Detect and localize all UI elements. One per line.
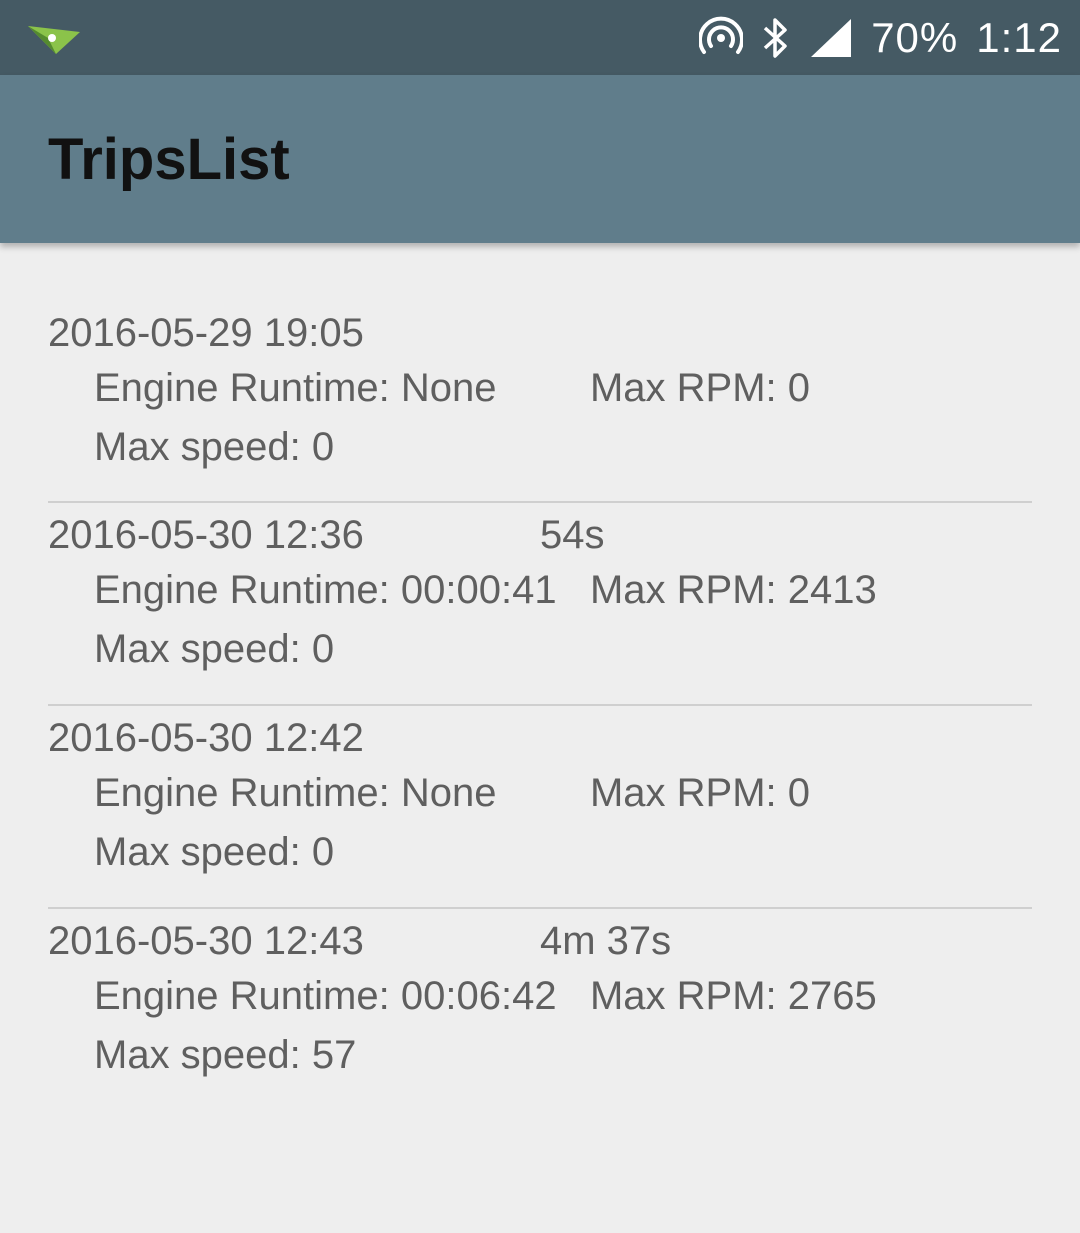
engine-runtime-value: None [400,771,497,815]
trip-duration: 54s [540,513,605,557]
max-speed-value: 57 [311,1033,357,1077]
trip-date: 2016-05-30 12:36 [48,513,364,557]
max-speed-value: 0 [311,627,335,671]
max-rpm-value: 0 [787,771,811,815]
max-speed-value: 0 [311,830,335,874]
list-item[interactable]: 2016-05-30 12:42 Engine Runtime: None Ma… [48,706,1032,909]
app-bar: TripsList [0,75,1080,243]
max-speed-label: Max speed: [94,627,301,671]
list-item[interactable]: 2016-05-29 19:05 Engine Runtime: None Ma… [48,301,1032,503]
max-rpm-value: 2413 [787,568,877,612]
page-title: TripsList [48,127,290,192]
max-rpm-value: 2765 [787,974,877,1018]
engine-runtime-label: Engine Runtime: [94,568,390,612]
max-rpm-label: Max RPM: [589,568,777,612]
max-rpm-label: Max RPM: [589,771,777,815]
trip-date: 2016-05-29 19:05 [48,311,364,355]
hotspot-icon [699,16,744,60]
cell-signal-icon [809,17,853,59]
list-item[interactable]: 2016-05-30 12:43 4m 37s Engine Runtime: … [48,909,1032,1112]
trip-date: 2016-05-30 12:43 [48,919,364,963]
trip-duration: 4m 37s [540,919,672,963]
trip-speed-line: Max speed: 57 [94,1031,356,1079]
engine-runtime-label: Engine Runtime: [94,974,390,1018]
status-bar: 70% 1:12 [0,0,1080,75]
trip-date: 2016-05-30 12:42 [48,716,364,760]
trip-engine-line: Engine Runtime: 00:00:41 Max RPM: 2413 [94,566,877,614]
max-speed-label: Max speed: [94,425,301,469]
status-icons: 70% 1:12 [681,0,1062,75]
trip-engine-line: Engine Runtime: None Max RPM: 0 [94,769,810,817]
engine-runtime-label: Engine Runtime: [94,366,390,410]
engine-runtime-value: None [400,366,497,410]
max-rpm-value: 0 [787,366,811,410]
list-item[interactable]: 2016-05-30 12:36 54s Engine Runtime: 00:… [48,503,1032,706]
max-rpm-label: Max RPM: [589,366,777,410]
clock: 1:12 [976,14,1062,61]
max-speed-label: Max speed: [94,830,301,874]
max-speed-label: Max speed: [94,1033,301,1077]
trip-speed-line: Max speed: 0 [94,625,334,673]
max-rpm-label: Max RPM: [589,974,777,1018]
engine-runtime-value: 00:00:41 [400,568,557,612]
battery-percent: 70% [871,14,959,61]
engine-runtime-value: 00:06:42 [400,974,557,1018]
trips-list: 2016-05-29 19:05 Engine Runtime: None Ma… [48,301,1032,1112]
trip-engine-line: Engine Runtime: None Max RPM: 0 [94,364,810,412]
bluetooth-icon [761,16,791,60]
max-speed-value: 0 [311,425,335,469]
trip-speed-line: Max speed: 0 [94,828,334,876]
airdroid-plane-icon [26,20,84,58]
trip-speed-line: Max speed: 0 [94,423,334,471]
trip-engine-line: Engine Runtime: 00:06:42 Max RPM: 2765 [94,972,877,1020]
engine-runtime-label: Engine Runtime: [94,771,390,815]
